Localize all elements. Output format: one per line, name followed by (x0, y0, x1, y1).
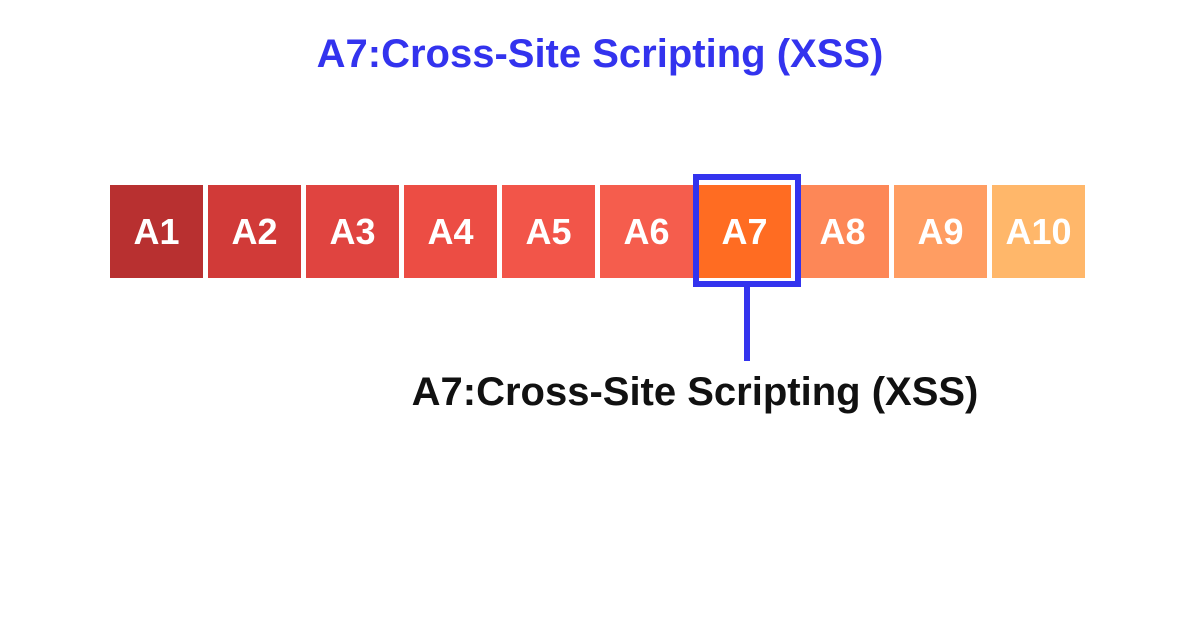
diagram-subtitle: A7:Cross-Site Scripting (XSS) (0, 370, 1200, 415)
diagram-title: A7:Cross-Site Scripting (XSS) (0, 32, 1200, 77)
box-a9: A9 (894, 185, 987, 278)
highlight-frame (693, 174, 801, 287)
box-a4: A4 (404, 185, 497, 278)
box-a1: A1 (110, 185, 203, 278)
box-a6: A6 (600, 185, 693, 278)
connector-line (744, 286, 750, 361)
box-a5: A5 (502, 185, 595, 278)
box-a3: A3 (306, 185, 399, 278)
box-a10: A10 (992, 185, 1085, 278)
box-a8: A8 (796, 185, 889, 278)
box-a2: A2 (208, 185, 301, 278)
severity-boxes-row: A1 A2 A3 A4 A5 A6 A7 A8 A9 A10 (110, 185, 1085, 278)
